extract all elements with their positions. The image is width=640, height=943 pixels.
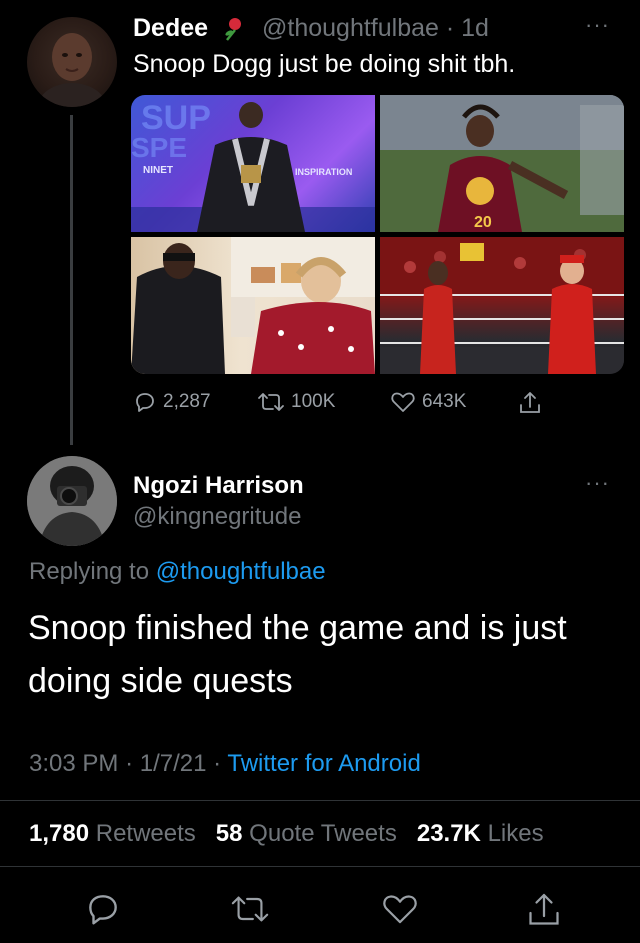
replying-to-line: Replying to @thoughtfulbae: [29, 558, 326, 586]
rose-emoji-icon: [219, 16, 245, 42]
thread-connector-line: [70, 115, 73, 445]
retweet-count: 100K: [291, 391, 336, 412]
original-tweet-text: Snoop Dogg just be doing shit tbh.: [133, 50, 516, 78]
retweets-label: Retweets: [95, 820, 196, 847]
divider: [0, 800, 640, 801]
retweets-stat[interactable]: 1,780 Retweets: [29, 820, 196, 847]
likes-value: 23.7K: [416, 820, 481, 847]
original-author-handle[interactable]: @thoughtfulbae · 1d: [262, 14, 489, 43]
quotes-label: Quote Tweets: [249, 820, 397, 847]
reply-icon: [89, 895, 117, 925]
dot-separator: ·: [213, 750, 222, 777]
tweet-metadata: 3:03 PM · 1/7/21 · Twitter for Android: [29, 750, 421, 778]
reply-author-name[interactable]: Ngozi Harrison: [133, 472, 304, 500]
tweet-date: 1/7/21: [139, 750, 207, 777]
stage-text-3: NINET: [143, 165, 173, 176]
quotes-value: 58: [215, 820, 243, 847]
tweet-source[interactable]: Twitter for Android: [227, 750, 420, 777]
like-button[interactable]: [381, 890, 419, 933]
stage-text-4: INSPIRATION: [295, 167, 352, 177]
engagement-stats: 1,780 Retweets 58 Quote Tweets 23.7K Lik…: [29, 820, 544, 848]
like-action[interactable]: 643K: [390, 390, 466, 414]
reply-button[interactable]: [84, 890, 122, 933]
original-tweet-actions: 2,287 100K 643K: [133, 390, 553, 420]
tweet-time: 3:03 PM: [29, 750, 119, 777]
quote-tweets-stat[interactable]: 58 Quote Tweets: [216, 820, 397, 847]
reply-tweet-text: Snoop finished the game and is just doin…: [28, 609, 567, 700]
jersey-number: 20: [474, 214, 492, 231]
share-icon: [529, 893, 559, 925]
likes-stat[interactable]: 23.7K Likes: [417, 820, 544, 847]
handle-text: @thoughtfulbae: [262, 14, 439, 42]
more-options-icon[interactable]: ···: [585, 470, 610, 496]
photo-snoop-dogg-football[interactable]: 20: [380, 95, 624, 232]
more-options-icon[interactable]: ···: [585, 12, 610, 38]
photo-snoop-dogg-cooking-show[interactable]: [131, 237, 375, 374]
ngozi-avatar[interactable]: [27, 456, 117, 546]
heart-icon: [383, 895, 417, 924]
share-button[interactable]: [526, 890, 562, 935]
dedee-avatar[interactable]: [27, 17, 117, 107]
share-icon: [520, 392, 540, 413]
original-author-name[interactable]: Dedee: [133, 14, 208, 43]
reply-author-handle[interactable]: @kingnegritude: [133, 503, 301, 531]
heart-icon: [391, 392, 415, 412]
dot-separator: ·: [125, 750, 134, 777]
retweets-value: 1,780: [29, 820, 90, 847]
retweet-icon: [231, 896, 269, 922]
retweet-action[interactable]: 100K: [257, 390, 335, 414]
retweet-icon: [258, 393, 284, 411]
stage-text-2: SPE: [131, 132, 187, 163]
reply-tweet-actions: [0, 890, 640, 930]
reply-action[interactable]: 2,287: [133, 390, 211, 414]
reply-count: 2,287: [163, 391, 211, 412]
replying-to-handle[interactable]: @thoughtfulbae: [156, 558, 326, 585]
media-grid[interactable]: SUP SPE NINET INSPIRATION 20: [131, 95, 624, 374]
reply-icon: [136, 393, 154, 412]
photo-snoop-dogg-stage[interactable]: SUP SPE NINET INSPIRATION: [131, 95, 375, 232]
replying-to-label: Replying to: [29, 558, 150, 585]
dot-separator: ·: [445, 14, 455, 42]
like-count: 643K: [422, 391, 467, 412]
tweet-age: 1d: [461, 14, 489, 42]
likes-label: Likes: [487, 820, 544, 847]
retweet-button[interactable]: [230, 890, 270, 933]
share-action[interactable]: [518, 390, 542, 416]
divider: [0, 866, 640, 867]
photo-snoop-dogg-wrestling-ring[interactable]: [380, 237, 624, 374]
